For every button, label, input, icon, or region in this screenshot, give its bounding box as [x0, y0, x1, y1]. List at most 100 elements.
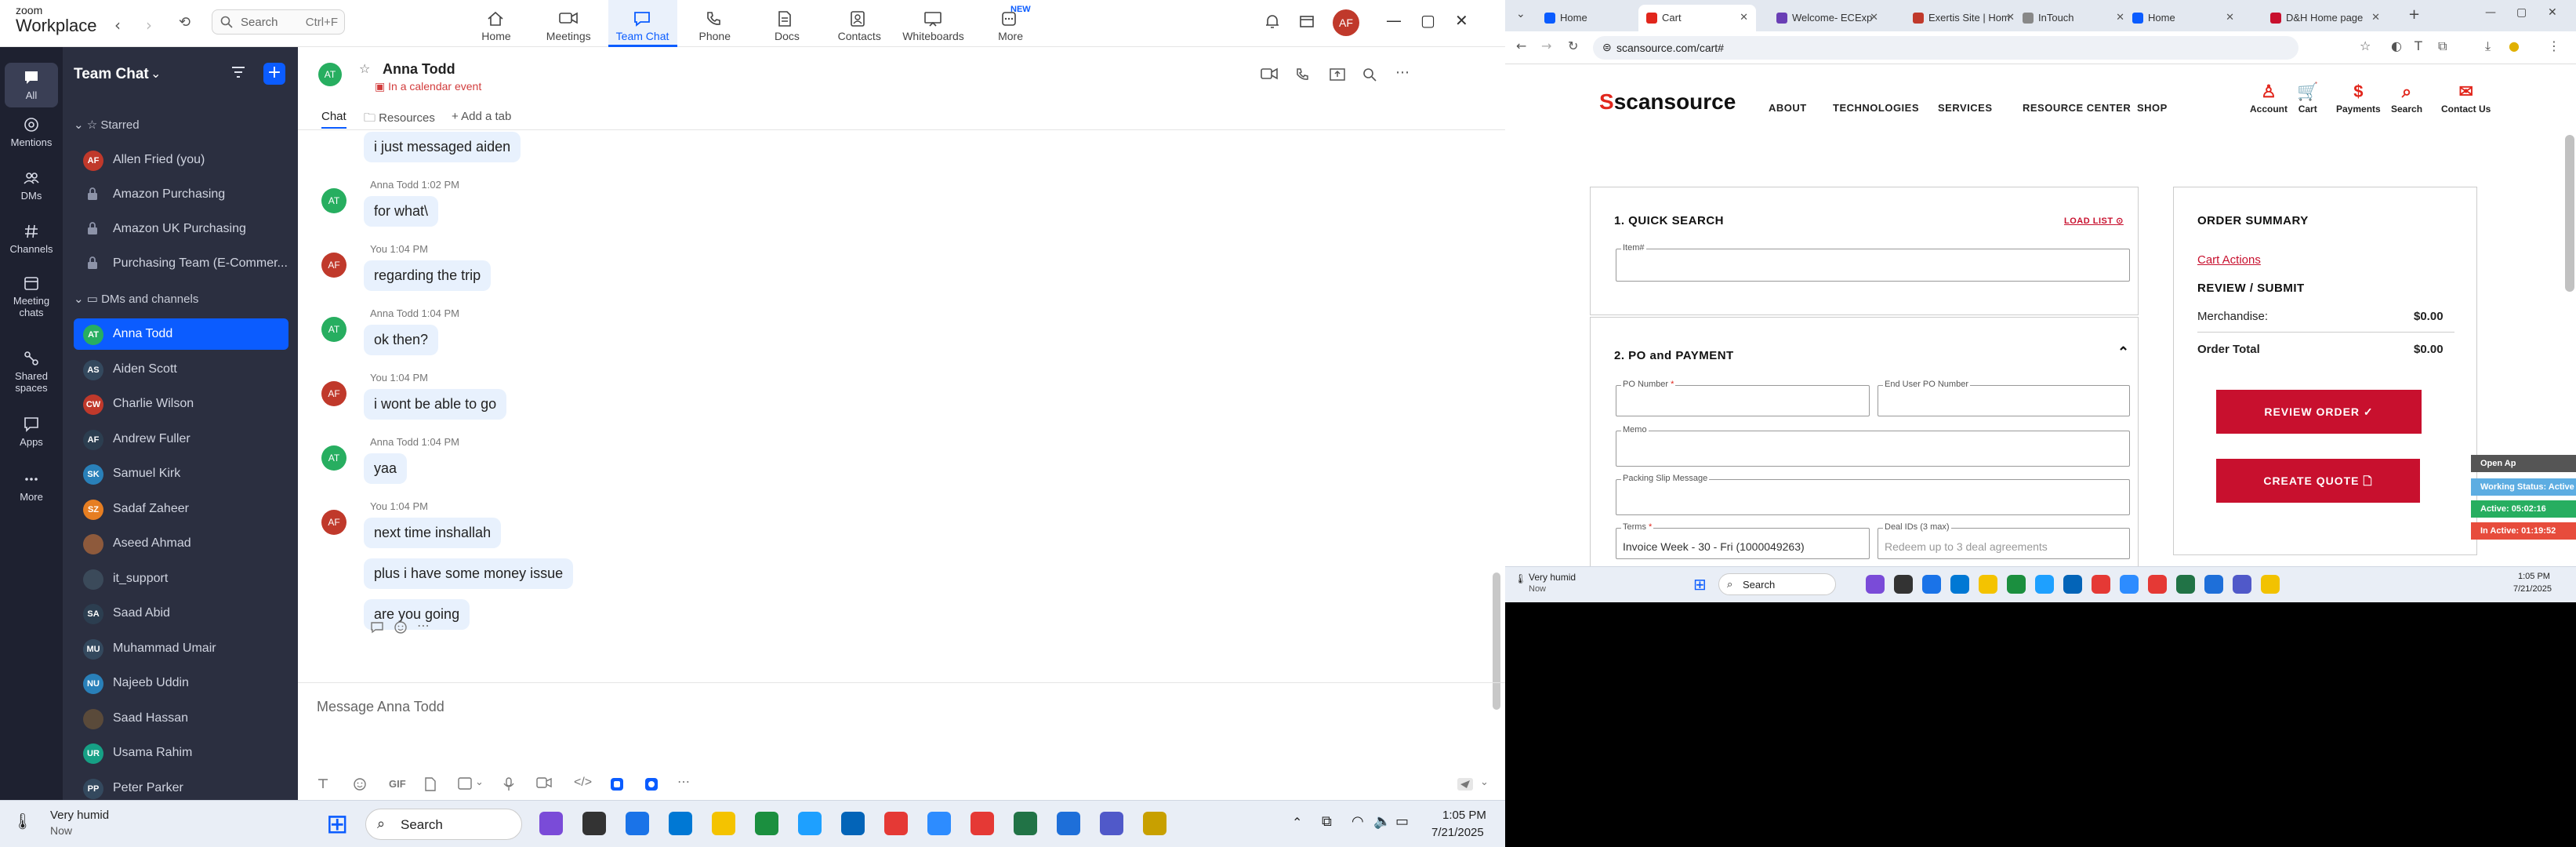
search-chat-icon[interactable]: [1362, 67, 1377, 82]
close-icon[interactable]: ✕: [2548, 6, 2557, 19]
browser-tab[interactable]: Exertis Site | Hom ✕: [1905, 5, 2023, 31]
rail-channels[interactable]: Channels: [0, 223, 63, 255]
starred-item[interactable]: Purchasing Team (E-Commer...: [74, 248, 288, 279]
collapse-chevron-icon[interactable]: ⌃: [2117, 344, 2130, 361]
back-arrow-icon[interactable]: ‹: [114, 16, 121, 35]
browser-tab[interactable]: Cart ✕: [1638, 5, 1756, 31]
close-tab-icon[interactable]: ✕: [2226, 11, 2234, 24]
star-icon[interactable]: ☆: [359, 61, 370, 76]
taskbar-app-icon[interactable]: [884, 812, 908, 835]
dm-item[interactable]: SZ Sadaf Zaheer: [74, 493, 288, 525]
taskbar-app-icon[interactable]: [2233, 575, 2251, 594]
tray-chevron-icon[interactable]: ⌃: [1292, 815, 1302, 831]
taskbar-app-icon[interactable]: [2120, 575, 2139, 594]
tab-chat[interactable]: Chat: [321, 110, 346, 129]
close-tab-icon[interactable]: ✕: [1870, 11, 1878, 24]
nav-services[interactable]: SERVICES: [1938, 102, 1993, 114]
download-icon[interactable]: ⤓: [2485, 38, 2491, 54]
message-avatar[interactable]: AF: [321, 510, 346, 535]
dm-item[interactable]: SA Saad Abid: [74, 598, 288, 629]
close-icon[interactable]: ✕: [1455, 11, 1468, 30]
taskbar-app-icon[interactable]: [1866, 575, 1885, 594]
item-number-field[interactable]: Item#: [1616, 243, 2130, 282]
taskbar-app-icon[interactable]: [798, 812, 822, 835]
phone-call-icon[interactable]: [1295, 67, 1309, 82]
tab-resources[interactable]: 🗀 Resources: [364, 110, 435, 129]
taskbar-app-icon[interactable]: [2204, 575, 2223, 594]
dm-item[interactable]: Saad Hassan: [74, 703, 288, 734]
load-list-link[interactable]: LOAD LIST ⊙: [2064, 216, 2124, 226]
forward-arrow-icon[interactable]: ›: [146, 16, 152, 35]
browser-tab[interactable]: Home✕: [1537, 5, 1654, 31]
menu-icon[interactable]: ⋮: [2548, 38, 2560, 53]
browser-tab[interactable]: Welcome- ECExp ✕: [1769, 5, 1886, 31]
taskbar-app-icon[interactable]: [626, 812, 649, 835]
weather-icon[interactable]: 🌡: [1515, 573, 1526, 584]
rail-shared-spaces[interactable]: Shared spaces: [0, 350, 63, 394]
chat-scrollbar[interactable]: [1493, 133, 1500, 714]
share-screen-icon[interactable]: [1330, 67, 1345, 82]
rail-mentions[interactable]: Mentions: [0, 116, 63, 148]
taskbar-app-icon[interactable]: [582, 812, 606, 835]
video-call-icon[interactable]: [1261, 67, 1278, 80]
nav-shop[interactable]: SHOP: [2137, 102, 2168, 114]
tab-whiteboards[interactable]: Whiteboards: [899, 0, 968, 47]
memo-field[interactable]: Memo: [1616, 425, 2130, 467]
more-options-icon[interactable]: ⋯: [1395, 64, 1410, 81]
search-button[interactable]: ⌕ Search: [2391, 82, 2422, 115]
taskbar-app-icon[interactable]: [2148, 575, 2167, 594]
dm-item[interactable]: MU Muhammad Umair: [74, 633, 288, 664]
message-bubble[interactable]: regarding the trip: [364, 260, 492, 291]
contact-name[interactable]: Anna Todd: [383, 61, 455, 78]
microphone-icon[interactable]: [503, 777, 514, 791]
puzzle-icon[interactable]: ⧉: [2438, 38, 2447, 54]
reload-icon[interactable]: ↻: [1568, 38, 1578, 53]
app-blue-icon-1[interactable]: [610, 777, 624, 791]
taskbar-app-icon[interactable]: [971, 812, 994, 835]
chevron-down-icon[interactable]: ⌄: [151, 66, 161, 81]
send-options-icon[interactable]: [1457, 777, 1474, 791]
extension-icon[interactable]: ◐: [2391, 38, 2402, 53]
rail-meeting-chats[interactable]: Meeting chats: [0, 274, 63, 318]
starred-section-header[interactable]: ⌄ ☆ Starred: [74, 118, 140, 132]
dm-item[interactable]: SK Samuel Kirk: [74, 458, 288, 489]
rail-more[interactable]: More: [0, 471, 63, 503]
rail-apps[interactable]: Apps: [0, 416, 63, 448]
deal-ids-field[interactable]: Deal IDs (3 max) Redeem up to 3 deal agr…: [1878, 522, 2130, 559]
page-scrollbar[interactable]: [2565, 135, 2574, 292]
starred-item[interactable]: AF Allen Fried (you): [74, 144, 288, 176]
starred-item[interactable]: Amazon Purchasing: [74, 179, 288, 210]
message-avatar[interactable]: AF: [321, 381, 346, 406]
account-button[interactable]: ♙ Account: [2250, 82, 2288, 115]
volume-icon[interactable]: 🔈: [1373, 813, 1391, 830]
bookmark-star-icon[interactable]: ☆: [2360, 38, 2371, 53]
tab-contacts[interactable]: Contacts: [825, 0, 894, 47]
compose-more-icon[interactable]: ⋯: [677, 774, 690, 790]
gif-icon[interactable]: GIF: [389, 778, 406, 790]
browser-tab[interactable]: D&H Home page ✕: [2262, 5, 2388, 31]
taskbar-app-icon[interactable]: [841, 812, 865, 835]
profile-icon[interactable]: ●: [2509, 38, 2520, 53]
maximize-icon[interactable]: ▢: [1420, 11, 1435, 30]
windows-start-icon[interactable]: ⊞: [1693, 575, 1707, 594]
app-blue-icon-2[interactable]: [644, 777, 659, 791]
emoji-icon[interactable]: [353, 777, 367, 791]
history-icon[interactable]: ⟲: [179, 14, 190, 31]
new-tab-icon[interactable]: +: [2408, 6, 2420, 23]
rail-dms[interactable]: DMs: [0, 169, 63, 202]
battery-icon[interactable]: ▭: [1395, 813, 1409, 830]
nav-technologies[interactable]: TECHNOLOGIES: [1833, 102, 1919, 114]
message-avatar[interactable]: AF: [321, 253, 346, 278]
maximize-icon[interactable]: ▢: [2516, 6, 2527, 19]
message-bubble[interactable]: i just messaged aiden: [364, 132, 521, 162]
packing-slip-field[interactable]: Packing Slip Message: [1616, 474, 2130, 515]
end-user-po-field[interactable]: End User PO Number: [1878, 380, 2130, 416]
close-tab-icon[interactable]: ✕: [1740, 11, 1748, 24]
message-avatar[interactable]: AT: [321, 445, 346, 471]
taskbar-app-icon[interactable]: [2092, 575, 2110, 594]
minimize-icon[interactable]: —: [2485, 6, 2496, 19]
taskbar-app-icon[interactable]: [755, 812, 778, 835]
screenshot-icon[interactable]: [458, 777, 472, 790]
dm-item[interactable]: UR Usama Rahim: [74, 737, 288, 769]
close-tab-icon[interactable]: ✕: [2116, 11, 2124, 24]
